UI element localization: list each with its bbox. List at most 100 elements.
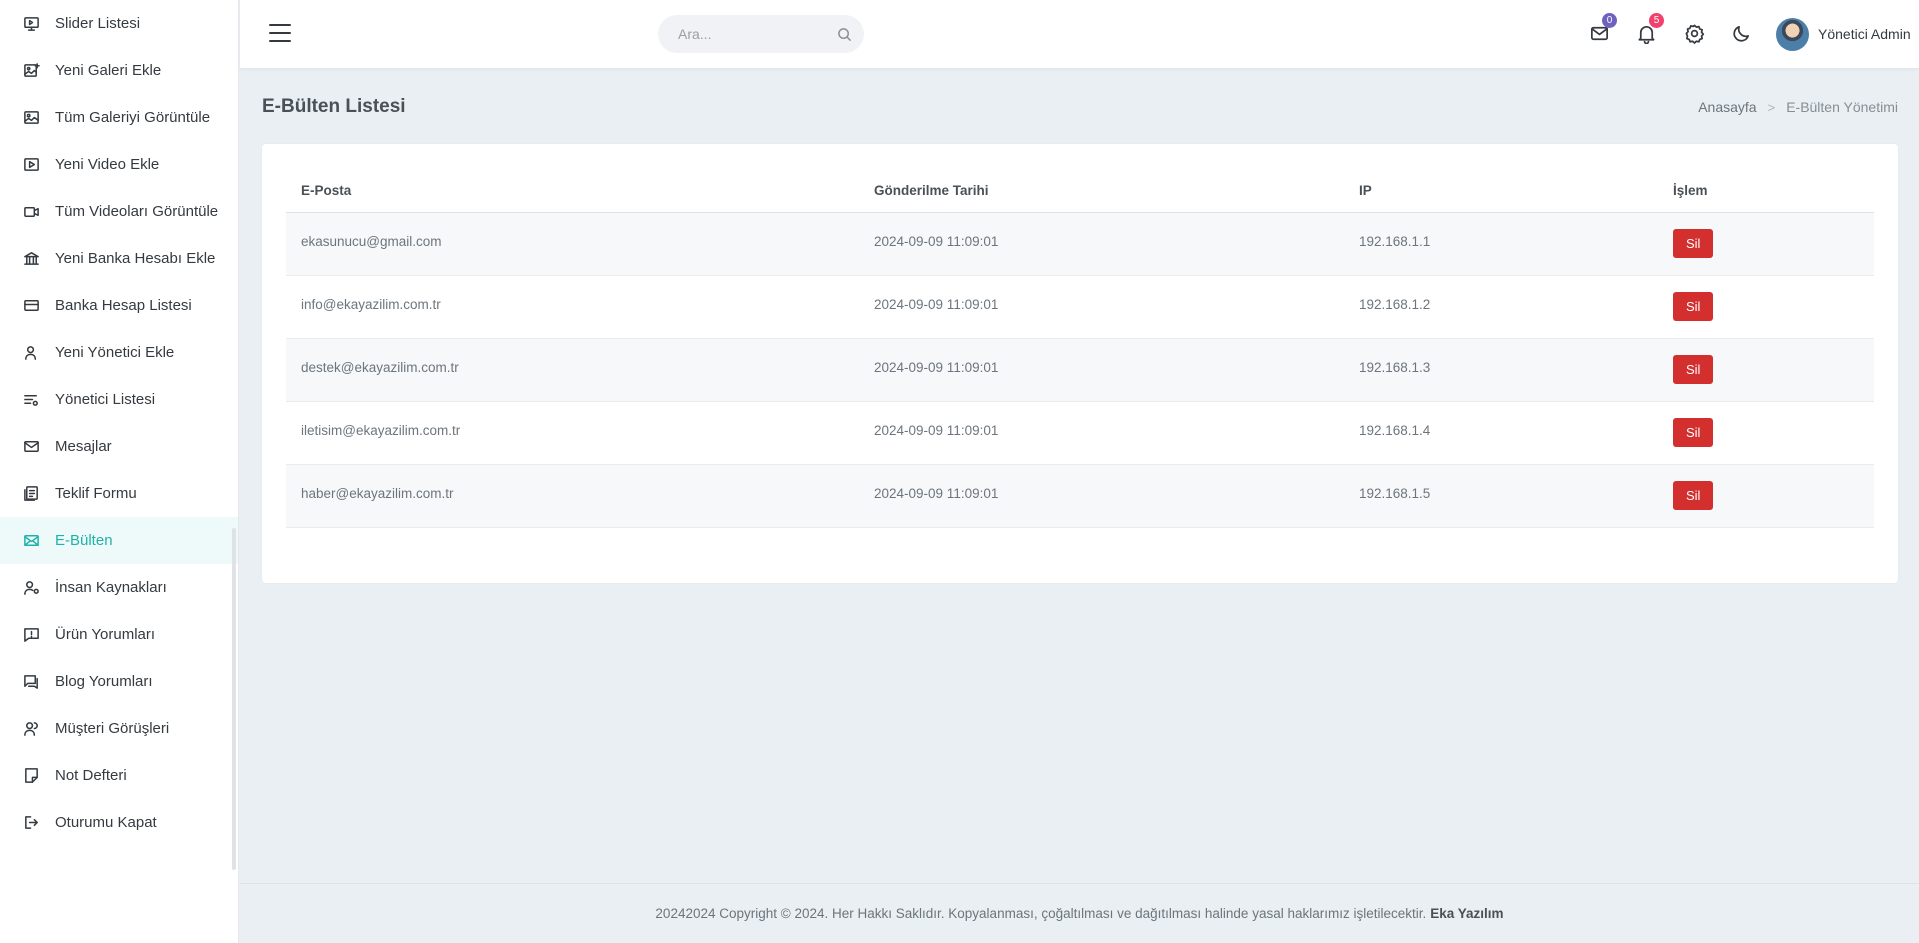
sidebar-scrollbar[interactable] xyxy=(232,528,236,870)
newsletter-icon xyxy=(22,532,40,550)
column-header-action: İşlem xyxy=(1658,170,1874,213)
sidebar-menu: Slider Listesi Yeni Galeri Ekle Tüm Gale… xyxy=(0,0,238,846)
user-name: Yönetici Admin xyxy=(1818,26,1911,42)
user-menu[interactable]: Yönetici Admin xyxy=(1776,17,1911,51)
sidebar-item-label: Yeni Video Ekle xyxy=(55,156,160,173)
delete-button[interactable]: Sil xyxy=(1673,228,1714,258)
breadcrumb-home-link[interactable]: Anasayfa xyxy=(1698,99,1756,115)
newsletter-card: E-Posta Gönderilme Tarihi IP İşlem ekasu… xyxy=(262,144,1898,583)
sidebar-item-label: Yeni Yönetici Ekle xyxy=(55,344,175,361)
card-icon xyxy=(22,297,40,315)
mail-button[interactable]: 0 xyxy=(1589,13,1617,48)
delete-button[interactable]: Sil xyxy=(1673,291,1714,321)
sidebar-item-urun-yorumlari[interactable]: Ürün Yorumları xyxy=(0,611,238,658)
topbar: 0 5 Yönetici Admin xyxy=(240,0,1919,69)
sidebar-item-label: Yönetici Listesi xyxy=(55,391,156,408)
sidebar-item-label: E-Bülten xyxy=(55,532,113,549)
settings-button[interactable] xyxy=(1684,23,1706,45)
breadcrumb-current: E-Bülten Yönetimi xyxy=(1786,99,1898,115)
comment-icon xyxy=(22,626,40,644)
notification-button[interactable]: 5 xyxy=(1636,13,1664,48)
ip-cell: 192.168.1.4 xyxy=(1344,401,1658,465)
hr-icon xyxy=(22,579,40,597)
ip-cell: 192.168.1.2 xyxy=(1344,275,1658,339)
sidebar-item-label: Ürün Yorumları xyxy=(55,626,156,643)
mail-icon xyxy=(22,438,40,456)
sidebar-item-not-defteri[interactable]: Not Defteri xyxy=(0,752,238,799)
delete-button[interactable]: Sil xyxy=(1673,480,1714,510)
email-cell: destek@ekayazilim.com.tr xyxy=(286,338,859,402)
sidebar-item-teklif-formu[interactable]: Teklif Formu xyxy=(0,470,238,517)
form-icon xyxy=(22,485,40,503)
sidebar-item-label: Mesajlar xyxy=(55,438,112,455)
sidebar-item-tum-videolari-goruntule[interactable]: Tüm Videoları Görüntüle xyxy=(0,188,238,235)
customers-icon xyxy=(22,720,40,738)
notification-count-badge: 5 xyxy=(1649,13,1664,28)
date-cell: 2024-09-09 11:09:01 xyxy=(859,464,1344,528)
date-cell: 2024-09-09 11:09:01 xyxy=(859,275,1344,339)
slider-icon xyxy=(22,15,40,33)
sidebar-item-label: Müşteri Görüşleri xyxy=(55,720,170,737)
table-row: ekasunucu@gmail.com 2024-09-09 11:09:01 … xyxy=(286,212,1874,276)
gear-icon xyxy=(1684,24,1705,48)
sidebar-item-yeni-yonetici-ekle[interactable]: Yeni Yönetici Ekle xyxy=(0,329,238,376)
sidebar-item-mesajlar[interactable]: Mesajlar xyxy=(0,423,238,470)
sidebar-item-label: Tüm Videoları Görüntüle xyxy=(55,203,219,220)
theme-toggle-button[interactable] xyxy=(1731,23,1753,45)
column-header-date: Gönderilme Tarihi xyxy=(859,170,1344,213)
chevron-right-icon: > xyxy=(1767,99,1776,115)
table-header-row: E-Posta Gönderilme Tarihi IP İşlem xyxy=(286,170,1874,213)
video-add-icon xyxy=(22,156,40,174)
mail-count-badge: 0 xyxy=(1602,13,1617,28)
sidebar-item-slider-listesi[interactable]: Slider Listesi xyxy=(0,0,238,47)
sidebar-item-label: Tüm Galeriyi Görüntüle xyxy=(55,109,211,126)
avatar xyxy=(1776,17,1809,51)
sidebar-item-label: Blog Yorumları xyxy=(55,673,153,690)
search-icon[interactable] xyxy=(837,27,852,42)
footer-copyright: 20242024 Copyright © 2024. Her Hakkı Sak… xyxy=(655,906,1427,921)
sidebar-item-oturumu-kapat[interactable]: Oturumu Kapat xyxy=(0,799,238,846)
sidebar-item-label: İnsan Kaynakları xyxy=(55,579,167,596)
email-cell: iletisim@ekayazilim.com.tr xyxy=(286,401,859,465)
delete-button[interactable]: Sil xyxy=(1673,417,1714,447)
email-cell: haber@ekayazilim.com.tr xyxy=(286,464,859,528)
table-row: destek@ekayazilim.com.tr 2024-09-09 11:0… xyxy=(286,338,1874,402)
column-header-email: E-Posta xyxy=(286,170,859,213)
comments-icon xyxy=(22,673,40,691)
sidebar-item-tum-galeriyi-goruntule[interactable]: Tüm Galeriyi Görüntüle xyxy=(0,94,238,141)
gallery-add-icon xyxy=(22,62,40,80)
sidebar-item-insan-kaynaklari[interactable]: İnsan Kaynakları xyxy=(0,564,238,611)
breadcrumb: Anasayfa > E-Bülten Yönetimi xyxy=(1698,99,1898,115)
bank-icon xyxy=(22,250,40,268)
sidebar-item-yeni-galeri-ekle[interactable]: Yeni Galeri Ekle xyxy=(0,47,238,94)
table-row: haber@ekayazilim.com.tr 2024-09-09 11:09… xyxy=(286,464,1874,528)
sidebar-item-e-bulten[interactable]: E-Bülten xyxy=(0,517,238,564)
column-header-ip: IP xyxy=(1344,170,1658,213)
sidebar-item-banka-hesap-listesi[interactable]: Banka Hesap Listesi xyxy=(0,282,238,329)
sidebar-item-musteri-gorusleri[interactable]: Müşteri Görüşleri xyxy=(0,705,238,752)
sidebar-item-yeni-video-ekle[interactable]: Yeni Video Ekle xyxy=(0,141,238,188)
sidebar-item-blog-yorumlari[interactable]: Blog Yorumları xyxy=(0,658,238,705)
bell-icon xyxy=(1636,25,1657,48)
search-input[interactable] xyxy=(658,15,823,53)
mail-icon xyxy=(1589,26,1610,48)
date-cell: 2024-09-09 11:09:01 xyxy=(859,338,1344,402)
sidebar-item-yeni-banka-hesabi-ekle[interactable]: Yeni Banka Hesabı Ekle xyxy=(0,235,238,282)
action-cell: Sil xyxy=(1658,212,1874,276)
date-cell: 2024-09-09 11:09:01 xyxy=(859,212,1344,276)
sidebar-item-label: Slider Listesi xyxy=(55,15,141,32)
user-add-icon xyxy=(22,344,40,362)
table-row: info@ekayazilim.com.tr 2024-09-09 11:09:… xyxy=(286,275,1874,339)
image-icon xyxy=(22,109,40,127)
video-icon xyxy=(22,203,40,221)
email-cell: info@ekayazilim.com.tr xyxy=(286,275,859,339)
sidebar-item-yonetici-listesi[interactable]: Yönetici Listesi xyxy=(0,376,238,423)
ip-cell: 192.168.1.5 xyxy=(1344,464,1658,528)
action-cell: Sil xyxy=(1658,338,1874,402)
delete-button[interactable]: Sil xyxy=(1673,354,1714,384)
sidebar-item-label: Oturumu Kapat xyxy=(55,814,157,831)
menu-toggle-icon[interactable] xyxy=(269,24,291,44)
action-cell: Sil xyxy=(1658,464,1874,528)
list-settings-icon xyxy=(22,391,40,409)
sidebar: Slider Listesi Yeni Galeri Ekle Tüm Gale… xyxy=(0,0,239,943)
